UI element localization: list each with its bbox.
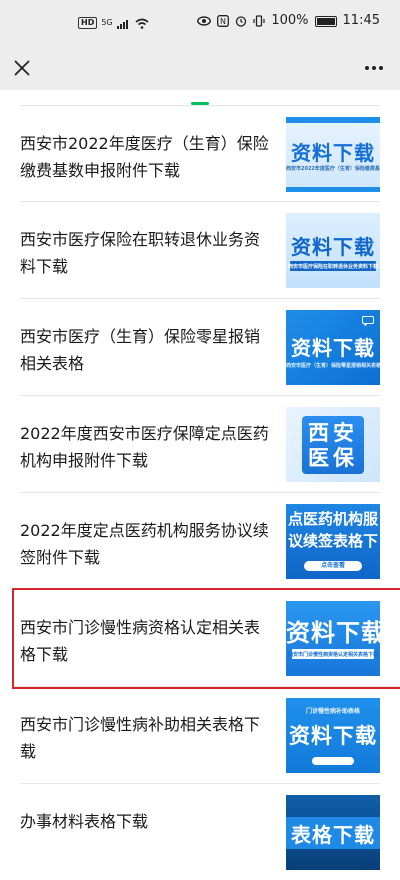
thumb-text: 点医药机构服议续签表格下 — [286, 508, 380, 552]
thumb-text: 资料下载 — [291, 141, 375, 165]
list-item[interactable]: 办事材料表格下载 表格下载 — [20, 784, 380, 880]
list-item[interactable]: 2022年度定点医药机构服务协议续签附件下载 点医药机构服议续签表格下 点击查看 — [20, 493, 380, 590]
article-list-page: 西安市2022年度医疗（生育）保险缴费基数申报附件下载 资料下载 西安市2022… — [0, 90, 400, 880]
item-thumbnail: 西安医保 — [286, 407, 380, 482]
signal-icon — [116, 19, 128, 29]
battery-icon — [314, 15, 337, 27]
item-thumbnail: 资料下载 西安市医疗保险在职转退休业务资料下载 — [286, 213, 380, 288]
thumb-subtext: 西安市医疗（生育）保险零星报销相关表格 — [286, 363, 380, 369]
more-dot — [379, 66, 383, 70]
close-button[interactable] — [8, 54, 36, 82]
clock-time: 11:45 — [342, 13, 380, 28]
item-title: 办事材料表格下载 — [20, 812, 149, 831]
status-right: N 100% 11:45 — [197, 14, 380, 28]
vibrate-icon — [253, 15, 265, 27]
network-badge: HD — [78, 17, 98, 29]
more-dot — [365, 66, 369, 70]
item-thumbnail: 资料下载 西安市门诊慢性病资格认定相关表格下载 — [286, 601, 380, 676]
alarm-icon — [236, 16, 247, 27]
list-item[interactable]: 西安市医疗（生育）保险零星报销相关表格 资料下载 西安市医疗（生育）保险零星报销… — [20, 299, 380, 396]
item-title: 西安市2022年度医疗（生育）保险缴费基数申报附件下载 — [20, 134, 269, 180]
item-thumbnail: 点医药机构服议续签表格下 点击查看 — [286, 504, 380, 579]
item-title: 西安市医疗保险在职转退休业务资料下载 — [20, 230, 261, 276]
item-title: 2022年度西安市医疗保障定点医药机构申报附件下载 — [20, 424, 269, 470]
eye-icon — [197, 16, 212, 26]
thumb-text-line: 点医药机构服议续签表格下 — [288, 510, 379, 550]
status-bar: HD 5G N 100% 11:45 — [0, 0, 400, 46]
wifi-icon — [135, 18, 149, 29]
thumb-subtext: 门诊慢性病补助表格 — [305, 708, 360, 715]
item-thumbnail: 资料下载 西安市2022年度医疗（生育）保险缴费基数申报附件下载 — [286, 117, 380, 192]
status-left: HD 5G — [78, 16, 149, 30]
list-item-highlighted[interactable]: 西安市门诊慢性病资格认定相关表格下载 资料下载 西安市门诊慢性病资格认定相关表格… — [12, 588, 400, 689]
thumb-text: 资料下载 — [286, 619, 380, 647]
item-title: 西安市门诊慢性病补助相关表格下载 — [20, 715, 261, 761]
item-thumbnail: 资料下载 西安市医疗（生育）保险零星报销相关表格 — [286, 310, 380, 385]
more-button[interactable] — [360, 56, 388, 80]
close-icon — [14, 60, 30, 76]
item-title: 西安市医疗（生育）保险零星报销相关表格 — [20, 327, 261, 373]
thumb-text-line: 西安医保 — [308, 421, 358, 470]
thumb-text: 资料下载 — [289, 724, 377, 748]
chat-icon — [362, 316, 374, 326]
thumb-text: 表格下载 — [291, 823, 375, 847]
nav-bar — [0, 46, 400, 90]
list-item[interactable]: 西安市医疗保险在职转退休业务资料下载 资料下载 西安市医疗保险在职转退休业务资料… — [20, 202, 380, 299]
thumb-subtext: 西安市门诊慢性病资格认定相关表格下载 — [287, 652, 378, 658]
list-item[interactable]: 西安市门诊慢性病补助相关表格下载 门诊慢性病补助表格 资料下载 — [20, 687, 380, 784]
battery-percent: 100% — [271, 13, 309, 28]
list-item[interactable]: 2022年度西安市医疗保障定点医药机构申报附件下载 西安医保 — [20, 396, 380, 493]
item-title: 西安市门诊慢性病资格认定相关表格下载 — [20, 618, 261, 664]
list-item[interactable]: 西安市2022年度医疗（生育）保险缴费基数申报附件下载 资料下载 西安市2022… — [20, 105, 380, 202]
nfc-icon: N — [217, 15, 230, 27]
article-list: 西安市2022年度医疗（生育）保险缴费基数申报附件下载 资料下载 西安市2022… — [0, 105, 400, 880]
signal-label: 5G — [101, 18, 113, 27]
item-title: 2022年度定点医药机构服务协议续签附件下载 — [20, 521, 269, 567]
thumb-text: 资料下载 — [291, 336, 375, 360]
thumb-subtext: 西安市医疗保险在职转退休业务资料下载 — [287, 264, 378, 270]
item-thumbnail: 表格下载 — [286, 795, 380, 870]
thumb-text: 资料下载 — [291, 235, 375, 259]
more-dot — [372, 66, 376, 70]
thumb-text: 西安医保 — [302, 421, 364, 471]
svg-text:N: N — [220, 17, 226, 26]
thumb-subtext: 西安市2022年度医疗（生育）保险缴费基数申报附件下载 — [286, 166, 380, 172]
item-thumbnail: 门诊慢性病补助表格 资料下载 — [286, 698, 380, 773]
thumb-subtext: 点击查看 — [320, 562, 345, 569]
